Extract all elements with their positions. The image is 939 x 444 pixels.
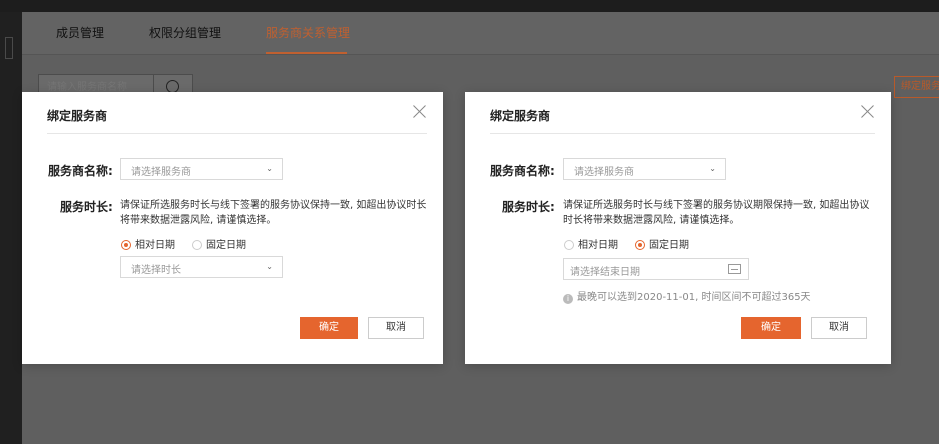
duration-hint: 请保证所选服务时长与线下签署的服务协议期限保持一致, 如超出协议 时长将带来数据… — [563, 198, 878, 228]
cancel-button[interactable]: 取消 — [368, 317, 424, 339]
end-date-placeholder: 请选择结束日期 — [570, 267, 640, 278]
dialog-title: 绑定服务商 — [490, 109, 551, 123]
cancel-button[interactable]: 取消 — [811, 317, 867, 339]
tab-bar: 成员管理 权限分组管理 服务商关系管理 — [22, 12, 939, 55]
radio-relative-label: 相对日期 — [135, 240, 175, 251]
service-duration-label: 服务时长: — [60, 200, 113, 214]
duration-hint-line: 请保证所选服务时长与线下签署的服务协议保持一致, 如超出协议时长 — [120, 200, 427, 211]
radio-relative-label: 相对日期 — [578, 240, 618, 251]
confirm-button[interactable]: 确定 — [741, 317, 801, 339]
info-icon: i — [563, 294, 573, 304]
provider-select[interactable]: 请选择服务商 ⌄ — [120, 158, 283, 180]
tab-provider-relations[interactable]: 服务商关系管理 — [266, 24, 350, 41]
end-date-picker[interactable]: 请选择结束日期 — [563, 258, 749, 280]
bind-provider-dialog-fixed: 绑定服务商 服务商名称: 请选择服务商 ⌄ 服务时长: 请保证所选服务时长与线下… — [465, 92, 891, 364]
provider-select-placeholder: 请选择服务商 — [574, 167, 634, 178]
active-tab-indicator — [266, 52, 347, 54]
tab-permission-groups[interactable]: 权限分组管理 — [149, 24, 221, 41]
top-bar — [0, 0, 939, 12]
radio-fixed-date[interactable]: 固定日期 — [635, 236, 689, 251]
dialog-header: 绑定服务商 — [465, 92, 891, 134]
radio-checked-icon — [121, 240, 131, 250]
radio-relative-date[interactable]: 相对日期 — [564, 236, 618, 251]
duration-hint: 请保证所选服务时长与线下签署的服务协议保持一致, 如超出协议时长 将带来数据泄露… — [120, 198, 430, 228]
duration-select-placeholder: 请选择时长 — [131, 265, 181, 276]
radio-unchecked-icon — [564, 240, 574, 250]
dialog-header: 绑定服务商 — [22, 92, 443, 134]
chevron-down-icon: ⌄ — [266, 262, 273, 271]
date-limit-info: i 最晚可以选到2020-11-01, 时间区间不可超过365天 — [563, 288, 811, 304]
date-limit-text: 最晚可以选到2020-11-01, 时间区间不可超过365天 — [577, 292, 811, 303]
chevron-down-icon: ⌄ — [709, 164, 716, 173]
close-icon[interactable] — [861, 104, 875, 118]
duration-hint-line: 时长将带来数据泄露风险, 请谨慎选择。 — [563, 215, 740, 226]
calendar-icon — [728, 264, 741, 274]
service-duration-label: 服务时长: — [502, 200, 555, 214]
duration-hint-line: 将带来数据泄露风险, 请谨慎选择。 — [120, 215, 277, 226]
radio-relative-date[interactable]: 相对日期 — [121, 236, 175, 251]
chevron-down-icon: ⌄ — [266, 164, 273, 173]
sidebar-toggle[interactable] — [5, 37, 13, 59]
bind-provider-button[interactable]: 绑定服务商 — [894, 76, 939, 98]
provider-select-placeholder: 请选择服务商 — [131, 167, 191, 178]
radio-fixed-label: 固定日期 — [206, 240, 246, 251]
duration-hint-line: 请保证所选服务时长与线下签署的服务协议期限保持一致, 如超出协议 — [563, 200, 870, 211]
provider-name-label: 服务商名称: — [48, 164, 113, 178]
tab-member-management[interactable]: 成员管理 — [56, 24, 104, 41]
radio-unchecked-icon — [192, 240, 202, 250]
radio-fixed-date[interactable]: 固定日期 — [192, 236, 246, 251]
divider — [47, 133, 427, 134]
radio-fixed-label: 固定日期 — [649, 240, 689, 251]
divider — [490, 133, 875, 134]
bind-provider-dialog-relative: 绑定服务商 服务商名称: 请选择服务商 ⌄ 服务时长: 请保证所选服务时长与线下… — [22, 92, 443, 364]
close-icon[interactable] — [413, 104, 427, 118]
duration-select[interactable]: 请选择时长 ⌄ — [120, 256, 283, 278]
dialog-title: 绑定服务商 — [47, 109, 108, 123]
provider-select[interactable]: 请选择服务商 ⌄ — [563, 158, 726, 180]
provider-name-label: 服务商名称: — [490, 164, 555, 178]
confirm-button[interactable]: 确定 — [300, 317, 358, 339]
radio-checked-icon — [635, 240, 645, 250]
left-sidebar — [0, 12, 22, 444]
